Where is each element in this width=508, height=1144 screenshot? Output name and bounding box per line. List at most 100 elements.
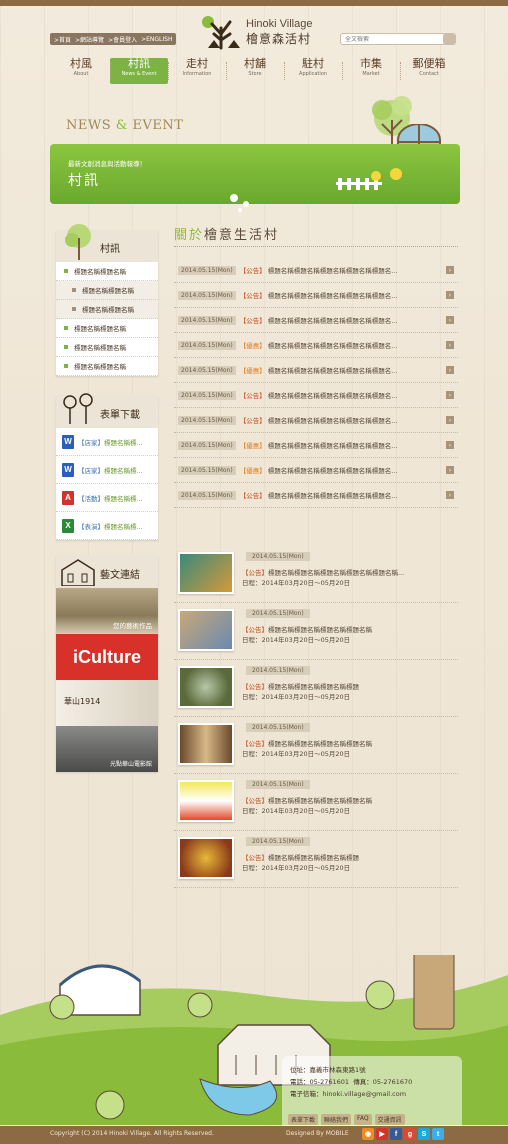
nav-about[interactable]: 村風 About	[52, 58, 110, 84]
home-link[interactable]: >首頁	[54, 35, 71, 44]
arts-link-gallery[interactable]: 您的藝術作品	[56, 588, 158, 634]
member-login-link[interactable]: >會員登入	[108, 35, 137, 44]
nav-label: 市集	[360, 57, 382, 70]
event-thumbnail[interactable]	[178, 837, 234, 879]
twitter-icon[interactable]: t	[432, 1128, 444, 1140]
sitemap-link[interactable]: >網站導覽	[75, 35, 104, 44]
sidebar-news-item[interactable]: 標題名稱標題名稱	[56, 338, 158, 357]
sidebar-news-subitem[interactable]: 標題名稱標題名稱	[56, 281, 158, 300]
arts-link-huashan[interactable]: 華山1914	[56, 680, 158, 726]
news-category: 【優惠】	[239, 467, 266, 475]
bullet-icon	[72, 288, 76, 292]
event-title[interactable]: 【公告】標題名稱標題名稱標題名稱標題名稱	[242, 738, 372, 748]
google-plus-icon[interactable]: g	[404, 1128, 416, 1140]
sidebar-news-item[interactable]: 標題名稱標題名稱	[56, 357, 158, 376]
english-link[interactable]: >ENGLISH	[141, 36, 172, 43]
event-item[interactable]: 2014.05.15(Mon) 【公告】標題名稱標題名稱標題名稱標題名稱 日程：…	[174, 774, 458, 831]
sidebar-news-item[interactable]: 標題名稱標題名稱	[56, 262, 158, 281]
word-file-icon: W	[62, 434, 74, 449]
search-button[interactable]	[443, 34, 455, 44]
download-title: 標題名稱標...	[104, 522, 143, 531]
bullet-icon	[64, 269, 68, 273]
skype-icon[interactable]: S	[418, 1128, 430, 1140]
news-category: 【公告】	[239, 492, 266, 500]
news-row[interactable]: 2014.05.15(Mon) 【優惠】 標題名稱標題名稱標題名稱標題名稱標題名..…	[174, 333, 458, 358]
nav-label: 郵便箱	[412, 57, 446, 70]
news-date: 2014.05.15(Mon)	[178, 465, 236, 475]
nav-store[interactable]: 村舖 Store	[226, 58, 284, 84]
sidebar-news-label: 標題名稱標題名稱	[82, 306, 134, 314]
event-thumbnail[interactable]	[178, 609, 234, 651]
event-item[interactable]: 2014.05.15(Mon) 【公告】標題名稱標題名稱標題名稱標題 日程：20…	[174, 831, 458, 888]
sidebar-news-item[interactable]: 標題名稱標題名稱	[56, 319, 158, 338]
event-item[interactable]: 2014.05.15(Mon) 【公告】標題名稱標題名稱標題名稱標題名稱 日程：…	[174, 603, 458, 660]
nav-market[interactable]: 市集 Market	[342, 58, 400, 84]
bullet-icon	[64, 345, 68, 349]
email-line: 電子信箱：hinoki.village@gmail.com	[290, 1088, 406, 1098]
news-title: 標題名稱標題名稱標題名稱標題名稱標題名...	[267, 392, 398, 400]
download-item[interactable]: W 【店家】 標題名稱標...	[56, 456, 158, 484]
download-item[interactable]: X 【表演】 標題名稱標...	[56, 512, 158, 540]
news-title: 標題名稱標題名稱標題名稱標題名稱標題名...	[267, 267, 398, 275]
news-row[interactable]: 2014.05.15(Mon) 【公告】 標題名稱標題名稱標題名稱標題名稱標題名..…	[174, 283, 458, 308]
rss-icon[interactable]: ◉	[362, 1128, 374, 1140]
nav-information[interactable]: 走村 Information	[168, 58, 226, 84]
news-row[interactable]: 2014.05.15(Mon) 【優惠】 標題名稱標題名稱標題名稱標題名稱標題名..…	[174, 358, 458, 383]
news-list: 2014.05.15(Mon) 【公告】 標題名稱標題名稱標題名稱標題名稱標題名..…	[174, 258, 458, 508]
news-category: 【公告】	[239, 317, 266, 325]
event-title-text: 標題名稱標題名稱標題名稱標題名稱	[268, 797, 372, 805]
sidebar-news-subitem[interactable]: 標題名稱標題名稱	[56, 300, 158, 319]
main-nav: 村風 About 村訊 News & Event 走村 Information …	[52, 58, 458, 84]
event-title[interactable]: 【公告】標題名稱標題名稱標題名稱標題名稱	[242, 624, 372, 634]
search-input[interactable]	[341, 35, 441, 43]
arts-link-spot[interactable]: 光點華山電影館	[56, 726, 158, 772]
site-logo[interactable]: Hinoki Village 檜意森活村	[200, 14, 312, 50]
event-item[interactable]: 2014.05.15(Mon) 【公告】標題名稱標題名稱標題名稱標題名稱標題名稱…	[174, 546, 458, 603]
event-title[interactable]: 【公告】標題名稱標題名稱標題名稱標題名稱	[242, 795, 372, 805]
footer-download-button[interactable]: 表單下載	[288, 1114, 319, 1125]
phone-line: 電話：05-2761601 傳真：05-2761670	[290, 1076, 412, 1086]
footer-traffic-button[interactable]: 交通資訊	[374, 1114, 405, 1125]
event-title-text: 標題名稱標題名稱標題名稱標題	[268, 683, 359, 691]
facebook-icon[interactable]: f	[390, 1128, 402, 1140]
download-tag: 【店家】	[78, 466, 104, 475]
youtube-icon[interactable]: ▶	[376, 1128, 388, 1140]
arrow-right-icon: ›	[446, 416, 454, 424]
news-title: 標題名稱標題名稱標題名稱標題名稱標題名...	[267, 492, 398, 500]
nav-news-event[interactable]: 村訊 News & Event	[110, 58, 168, 84]
event-title[interactable]: 【公告】標題名稱標題名稱標題名稱標題名稱標題名稱...	[242, 567, 404, 577]
news-row[interactable]: 2014.05.15(Mon) 【優惠】 標題名稱標題名稱標題名稱標題名稱標題名..…	[174, 458, 458, 483]
email-value[interactable]: hinoki.village@gmail.com	[323, 1090, 407, 1098]
event-thumbnail[interactable]	[178, 780, 234, 822]
event-thumbnail[interactable]	[178, 723, 234, 765]
footer-contact-button[interactable]: 聯絡我們	[321, 1114, 352, 1125]
news-row[interactable]: 2014.05.15(Mon) 【優惠】 標題名稱標題名稱標題名稱標題名稱標題名..…	[174, 433, 458, 458]
news-row[interactable]: 2014.05.15(Mon) 【公告】 標題名稱標題名稱標題名稱標題名稱標題名..…	[174, 308, 458, 333]
bullet-icon	[72, 307, 76, 311]
arts-link-iculture[interactable]: iCulture	[56, 634, 158, 680]
event-thumbnail[interactable]	[178, 666, 234, 708]
event-title[interactable]: 【公告】標題名稱標題名稱標題名稱標題	[242, 852, 359, 862]
footer-faq-button[interactable]: FAQ	[354, 1114, 372, 1125]
nav-label: 村風	[70, 57, 92, 70]
news-row[interactable]: 2014.05.15(Mon) 【公告】 標題名稱標題名稱標題名稱標題名稱標題名..…	[174, 258, 458, 283]
event-title-text: 標題名稱標題名稱標題名稱標題	[268, 854, 359, 862]
news-row[interactable]: 2014.05.15(Mon) 【公告】 標題名稱標題名稱標題名稱標題名稱標題名..…	[174, 383, 458, 408]
designer-name[interactable]: MOBILE	[326, 1130, 349, 1137]
news-row[interactable]: 2014.05.15(Mon) 【公告】 標題名稱標題名稱標題名稱標題名稱標題名..…	[174, 408, 458, 433]
heading-amp: &	[115, 118, 128, 133]
nav-sublabel: News & Event	[121, 71, 157, 77]
nav-application[interactable]: 駐村 Application	[284, 58, 342, 84]
address-value: 嘉義市林森東路1號	[309, 1066, 366, 1074]
event-item[interactable]: 2014.05.15(Mon) 【公告】標題名稱標題名稱標題名稱標題 日程：20…	[174, 660, 458, 717]
building-icon	[61, 559, 95, 586]
download-item[interactable]: A 【活動】 標題名稱標...	[56, 484, 158, 512]
download-item[interactable]: W 【店家】 標題名稱標...	[56, 428, 158, 456]
arrow-right-icon: ›	[446, 466, 454, 474]
news-row[interactable]: 2014.05.15(Mon) 【公告】 標題名稱標題名稱標題名稱標題名稱標題名..…	[174, 483, 458, 508]
event-item[interactable]: 2014.05.15(Mon) 【公告】標題名稱標題名稱標題名稱標題名稱 日程：…	[174, 717, 458, 774]
sidebar-news-label: 標題名稱標題名稱	[82, 287, 134, 295]
event-thumbnail[interactable]	[178, 552, 234, 594]
event-title[interactable]: 【公告】標題名稱標題名稱標題名稱標題	[242, 681, 359, 691]
nav-contact[interactable]: 郵便箱 Contact	[400, 58, 458, 84]
